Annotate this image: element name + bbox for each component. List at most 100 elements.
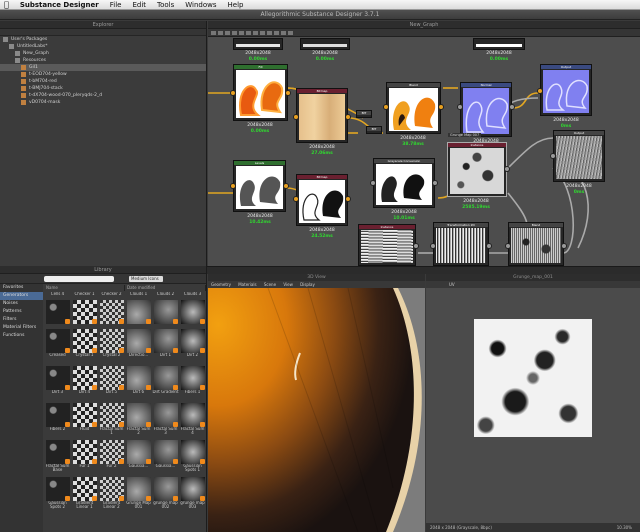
library-item[interactable]: Grunge Map 001 (125, 477, 152, 514)
node-port[interactable] (486, 243, 492, 249)
node-transform[interactable]: Transformation 2D (433, 222, 489, 266)
node-port[interactable] (345, 196, 351, 202)
node-port[interactable] (505, 243, 511, 249)
node-port[interactable] (283, 183, 289, 189)
node-grayscale[interactable]: Grayscale Conversion (373, 158, 435, 208)
tool-icon[interactable] (274, 30, 279, 35)
node-fill[interactable]: Fill (233, 64, 288, 121)
tool-icon[interactable] (232, 30, 237, 35)
node-port[interactable] (293, 114, 299, 120)
tool-icon[interactable] (225, 30, 230, 35)
node-instance-2[interactable]: Instance (358, 224, 416, 266)
3d-view-panel[interactable]: 3D View Geometry Materials Scene View Di… (208, 274, 425, 532)
library-item[interactable]: Crystal 2 (98, 329, 125, 366)
node-port[interactable] (345, 114, 351, 120)
column-name[interactable]: Name (44, 285, 125, 291)
library-item[interactable]: Checker 2 (98, 292, 125, 329)
node-port[interactable] (537, 88, 543, 94)
library-item[interactable]: Fractal Sum 4 (179, 403, 206, 440)
library-item[interactable]: Dirt 1 (152, 329, 179, 366)
node-port[interactable] (509, 104, 515, 110)
library-item[interactable]: Clouds 1 (125, 292, 152, 329)
menu-app-name[interactable]: Substance Designer (20, 1, 99, 9)
node-port[interactable] (370, 180, 376, 186)
tool-icon[interactable] (218, 30, 223, 35)
library-category[interactable]: Filters (0, 316, 43, 324)
graph-canvas[interactable]: 2048x2048 0.00ms 2048x2048 0.00ms 2048x2… (208, 38, 640, 266)
library-item[interactable]: Cells 4 (44, 292, 71, 329)
column-date[interactable]: Date modified (125, 285, 206, 291)
library-category[interactable]: Functions (0, 332, 43, 340)
library-item[interactable]: Clouds 3 (179, 292, 206, 329)
tree-item[interactable]: t-dX704-wood-070_pleryqds-2_d (0, 92, 206, 99)
library-item[interactable]: Dirt 2 (179, 329, 206, 366)
tool-icon[interactable] (267, 30, 272, 35)
node-blend[interactable]: Blend (386, 82, 441, 134)
library-item[interactable]: Dirt 5 (98, 366, 125, 403)
3d-menu-display[interactable]: Display (300, 282, 315, 287)
library-item[interactable]: grunge map 003 (179, 477, 206, 514)
library-item[interactable]: Gradient Linear 1 (71, 477, 98, 514)
library-item[interactable]: Crystal 1 (71, 329, 98, 366)
menu-tools[interactable]: Tools (157, 1, 174, 9)
library-item[interactable]: Checker 1 (71, 292, 98, 329)
library-item[interactable]: Gaussian Spots 1 (179, 440, 206, 477)
2d-view-panel[interactable]: Grunge_map_001 UV 2048 x 2048 (Grayscale… (426, 274, 640, 532)
library-item[interactable]: Fur 1 (71, 440, 98, 477)
tree-item[interactable]: t-BMJ704-stack (0, 85, 206, 92)
tool-icon[interactable] (246, 30, 251, 35)
node-port[interactable] (230, 183, 236, 189)
node-bitmap[interactable]: Bitmap (296, 88, 348, 143)
apple-icon[interactable]:  (4, 0, 9, 9)
library-search-input[interactable] (44, 275, 114, 282)
graph-editor[interactable]: New_Graph 2048x2048 0.00ms 2048x2048 0.0… (208, 21, 640, 266)
library-item[interactable]: Fluid (71, 403, 98, 440)
library-item[interactable]: Gradient Linear 2 (98, 477, 125, 514)
menu-windows[interactable]: Windows (185, 1, 216, 9)
node-port[interactable] (438, 104, 444, 110)
node-port[interactable] (561, 243, 567, 249)
library-item[interactable]: Fibers 1 (179, 366, 206, 403)
library-item[interactable]: Dirt Gradient (152, 366, 179, 403)
library-item[interactable]: Dirt 4 (71, 366, 98, 403)
tool-icon[interactable] (211, 30, 216, 35)
node-top-2[interactable] (300, 38, 350, 50)
node-instance[interactable]: Instance (447, 142, 507, 197)
3d-menu-geometry[interactable]: Geometry (211, 282, 231, 287)
node-port[interactable] (432, 180, 438, 186)
node-top-1[interactable] (233, 38, 283, 50)
tool-icon[interactable] (281, 30, 286, 35)
tool-icon[interactable] (253, 30, 258, 35)
tree-item[interactable]: User's Packages (0, 36, 206, 43)
library-item[interactable]: Gaussia... (152, 440, 179, 477)
2d-zoom-level[interactable]: 10.30% (617, 523, 632, 532)
node-port[interactable] (383, 104, 389, 110)
tool-icon[interactable] (288, 30, 293, 35)
library-item[interactable]: Gaussian Spots 2 (44, 477, 71, 514)
library-item[interactable]: Fibers 2 (44, 403, 71, 440)
node-port[interactable] (413, 243, 419, 249)
library-item[interactable]: Fractal Sum 3 (152, 403, 179, 440)
library-item[interactable]: Clouds 2 (152, 292, 179, 329)
tree-item[interactable]: t-bM704-red (0, 78, 206, 85)
tree-item[interactable]: t-EOD704-yellow (0, 71, 206, 78)
library-item[interactable]: Fractal Sum 1 (98, 403, 125, 440)
library-category[interactable]: Material Filters (0, 324, 43, 332)
library-item[interactable]: grunge map 002 (152, 477, 179, 514)
node-output-2[interactable]: Output (553, 130, 605, 182)
library-item[interactable]: Fractal Sum 2 (125, 403, 152, 440)
library-item[interactable]: Fur 2 (98, 440, 125, 477)
library-item[interactable]: Dirt 3 (44, 366, 71, 403)
3d-menu-scene[interactable]: Scene (264, 282, 276, 287)
library-item[interactable]: Dirt 6 (125, 366, 152, 403)
node-port[interactable] (293, 196, 299, 202)
menu-edit[interactable]: Edit (132, 1, 146, 9)
tree-item[interactable]: UntitledLabs* (0, 43, 206, 50)
node-port[interactable] (230, 90, 236, 96)
menu-file[interactable]: File (110, 1, 122, 9)
node-port[interactable] (285, 90, 291, 96)
node-port[interactable] (550, 153, 556, 159)
tree-item[interactable]: vD0704-mask (0, 99, 206, 106)
tool-icon[interactable] (239, 30, 244, 35)
node-port[interactable] (430, 243, 436, 249)
